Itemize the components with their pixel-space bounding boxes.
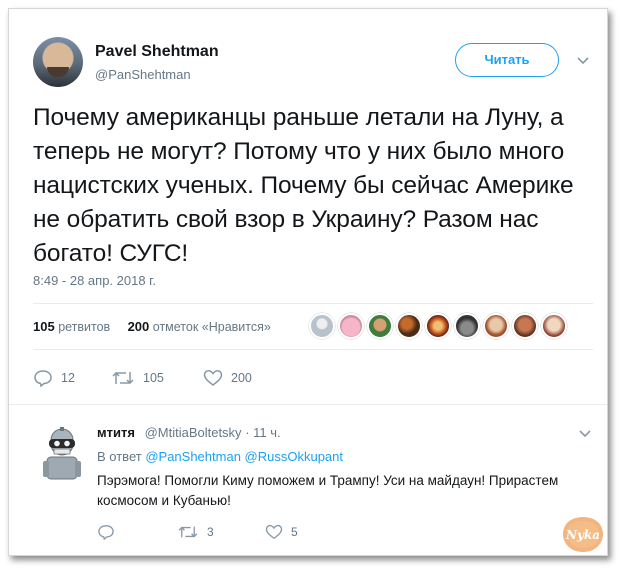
like-count: 200 <box>231 371 252 385</box>
author-handle[interactable]: @PanShehtman <box>95 67 191 82</box>
retweet-button[interactable]: 3 <box>177 524 214 540</box>
avatar[interactable] <box>454 313 480 339</box>
retweets-count[interactable]: 105 <box>33 319 55 334</box>
retweets-label[interactable]: ретвитов <box>58 320 110 334</box>
author-avatar[interactable] <box>33 37 83 87</box>
like-count: 5 <box>291 525 298 539</box>
mention-link[interactable]: @PanShehtman <box>145 449 241 464</box>
tweet-stats: 105 ретвитов 200 отметок «Нравится» <box>33 319 271 334</box>
retweet-count: 105 <box>143 371 164 385</box>
tweet-timestamp[interactable]: 8:49 - 28 апр. 2018 г. <box>33 273 156 288</box>
reply-author-handle[interactable]: @MtitiaBoltetsky <box>145 425 242 440</box>
divider <box>9 404 607 405</box>
retweet-icon <box>112 371 134 385</box>
like-button[interactable]: 5 <box>265 524 298 540</box>
likes-label[interactable]: отметок «Нравится» <box>153 320 271 334</box>
avatar[interactable] <box>483 313 509 339</box>
heart-icon <box>203 370 223 386</box>
avatar[interactable] <box>309 313 335 339</box>
avatar[interactable] <box>367 313 393 339</box>
follow-button[interactable]: Читать <box>455 43 559 77</box>
reply-text: Пэрэмога! Помогли Киму поможем и Трампу!… <box>97 473 559 508</box>
watermark-logo: Nyka <box>563 517 603 552</box>
reply-author-avatar[interactable] <box>41 427 83 483</box>
reply-button[interactable]: 12 <box>33 369 75 387</box>
mention-link[interactable]: @RussOkkupant <box>245 449 343 464</box>
reply-author-name[interactable]: мтитя <box>97 425 135 440</box>
chevron-down-icon[interactable] <box>575 52 591 68</box>
reply-context: В ответ @PanShehtman @RussOkkupant <box>97 449 343 464</box>
reply-icon <box>34 370 52 387</box>
tweet-card: Pavel Shehtman @PanShehtman Читать Почем… <box>8 8 608 556</box>
retweet-count: 3 <box>207 525 214 539</box>
reply-time[interactable]: · 11 ч. <box>245 425 280 440</box>
reply-button[interactable] <box>97 524 123 540</box>
reply-count: 12 <box>61 371 75 385</box>
avatar[interactable] <box>541 313 567 339</box>
author-name[interactable]: Pavel Shehtman <box>95 43 219 61</box>
divider <box>33 303 593 304</box>
divider <box>33 349 593 350</box>
retweet-button[interactable]: 105 <box>111 369 164 387</box>
heart-icon <box>265 524 283 540</box>
chevron-down-icon[interactable] <box>577 425 593 441</box>
reply-prefix: В ответ <box>97 449 142 464</box>
watermark-text: Nyka <box>565 528 600 542</box>
avatar[interactable] <box>396 313 422 339</box>
avatar[interactable] <box>425 313 451 339</box>
reply-icon <box>98 525 114 540</box>
like-button[interactable]: 200 <box>203 369 252 387</box>
avatar[interactable] <box>338 313 364 339</box>
avatar[interactable] <box>512 313 538 339</box>
retweet-icon <box>178 526 198 538</box>
tweet-text: Почему американцы раньше летали на Луну,… <box>33 104 574 267</box>
likes-count[interactable]: 200 <box>128 319 150 334</box>
reply-header: мтитя @MtitiaBoltetsky · 11 ч. <box>97 425 281 440</box>
